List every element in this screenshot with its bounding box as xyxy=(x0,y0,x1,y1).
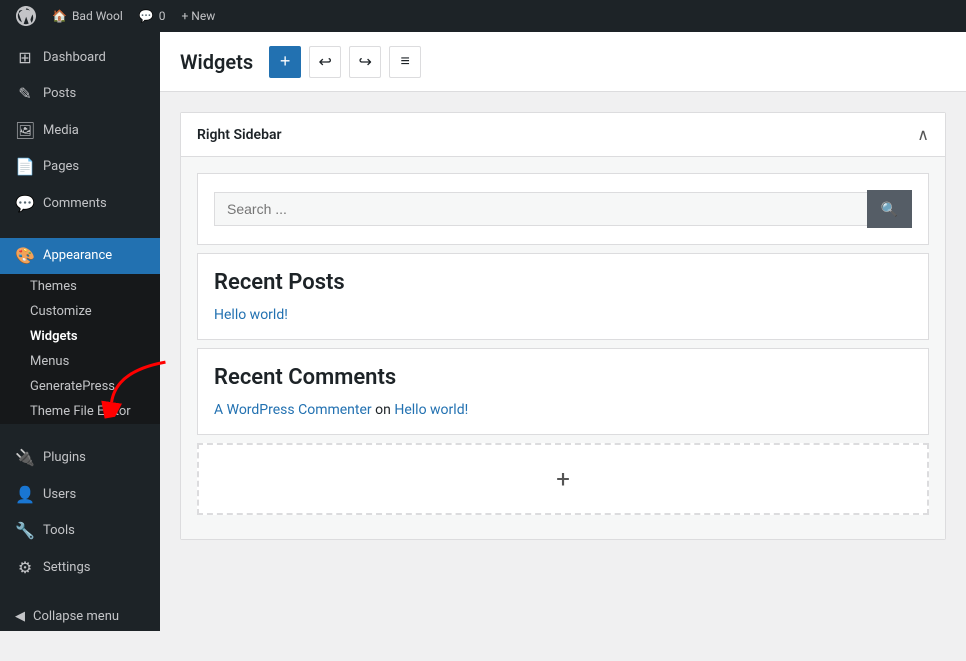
submenu-theme-file-editor[interactable]: Theme File Editor xyxy=(0,399,160,424)
search-input[interactable] xyxy=(214,192,867,226)
sidebar-item-comments[interactable]: 💬 Comments xyxy=(0,186,160,222)
sidebar-item-tools[interactable]: 🔧 Tools xyxy=(0,513,160,549)
widget-area-title: Right Sidebar xyxy=(197,127,282,143)
recent-comments-title: Recent Comments xyxy=(214,365,912,390)
comments-count: 0 xyxy=(159,9,166,23)
sidebar-item-label: Settings xyxy=(43,559,90,577)
undo-icon: ↩ xyxy=(318,52,331,72)
comment-post-link[interactable]: Hello world! xyxy=(394,402,468,418)
posts-icon: ✎ xyxy=(15,83,35,105)
options-button[interactable]: ≡ xyxy=(389,46,421,78)
submenu-themes[interactable]: Themes xyxy=(0,274,160,299)
submenu-customize[interactable]: Customize xyxy=(0,299,160,324)
submenu-menus[interactable]: Menus xyxy=(0,349,160,374)
tools-icon: 🔧 xyxy=(15,520,35,542)
submenu-generatepress[interactable]: GeneratePress xyxy=(0,374,160,399)
redo-button[interactable]: ↪ xyxy=(349,46,381,78)
sidebar-item-dashboard[interactable]: ⊞ Dashboard xyxy=(0,40,160,76)
widget-area-toggle-button[interactable]: ∧ xyxy=(917,125,929,144)
submenu-widgets[interactable]: Widgets xyxy=(0,324,160,349)
settings-icon: ⚙ xyxy=(15,557,35,579)
page-title: Widgets xyxy=(180,50,253,74)
sidebar-item-label: Tools xyxy=(43,522,75,540)
sidebar-item-label: Users xyxy=(43,486,76,504)
sidebar-item-users[interactable]: 👤 Users xyxy=(0,477,160,513)
users-icon: 👤 xyxy=(15,484,35,506)
sidebar-item-label: Appearance xyxy=(43,247,112,265)
widget-area-right-sidebar: Right Sidebar ∧ 🔍 xyxy=(180,112,946,540)
recent-posts-title: Recent Posts xyxy=(214,270,912,295)
sidebar-item-plugins[interactable]: 🔌 Plugins xyxy=(0,440,160,476)
sidebar-item-pages[interactable]: 📄 Pages xyxy=(0,149,160,185)
sidebar: ⊞ Dashboard ✎ Posts 🖼 Media 📄 Pages 💬 xyxy=(0,32,160,631)
site-name-link[interactable]: 🏠 Bad Wool xyxy=(44,0,131,32)
collapse-menu-label: Collapse menu xyxy=(33,609,119,624)
sidebar-item-label: Plugins xyxy=(43,449,86,467)
sidebar-item-label: Pages xyxy=(43,158,79,176)
admin-bar: 🏠 Bad Wool 💬 0 + New xyxy=(0,0,966,32)
plugins-icon: 🔌 xyxy=(15,447,35,469)
recent-posts-widget: Recent Posts Hello world! xyxy=(197,253,929,340)
sidebar-item-media[interactable]: 🖼 Media xyxy=(0,113,160,149)
search-button[interactable]: 🔍 xyxy=(867,190,912,228)
add-block-button[interactable]: + xyxy=(269,46,301,78)
wp-logo-link[interactable] xyxy=(8,0,44,32)
undo-button[interactable]: ↩ xyxy=(309,46,341,78)
add-block-area-button[interactable]: + xyxy=(197,443,929,515)
widgets-header: Widgets + ↩ ↪ ≡ xyxy=(160,32,966,92)
site-name: Bad Wool xyxy=(72,9,123,23)
comment-text: A WordPress Commenter on Hello world! xyxy=(214,402,912,418)
appearance-submenu: Themes Customize Widgets Menus GenerateP… xyxy=(0,274,160,424)
recent-post-link[interactable]: Hello world! xyxy=(214,307,912,323)
appearance-icon: 🎨 xyxy=(15,245,35,267)
sidebar-item-posts[interactable]: ✎ Posts xyxy=(0,76,160,112)
recent-comments-widget: Recent Comments A WordPress Commenter on… xyxy=(197,348,929,435)
widget-area-body: 🔍 Recent Posts Hello world! Recent Comme… xyxy=(181,157,945,539)
add-block-plus-icon: + xyxy=(556,465,570,493)
search-widget-inner: 🔍 xyxy=(214,190,912,228)
comments-sidebar-icon: 💬 xyxy=(15,193,35,215)
pages-icon: 📄 xyxy=(15,156,35,178)
comments-icon: 💬 xyxy=(139,9,154,23)
widgets-content: Right Sidebar ∧ 🔍 xyxy=(160,92,966,580)
sidebar-item-label: Comments xyxy=(43,195,107,213)
sidebar-item-settings[interactable]: ⚙ Settings xyxy=(0,550,160,586)
comments-link[interactable]: 💬 0 xyxy=(131,0,174,32)
search-widget: 🔍 xyxy=(197,173,929,245)
collapse-icon: ◀ xyxy=(15,609,25,624)
options-icon: ≡ xyxy=(400,53,409,71)
sidebar-item-appearance[interactable]: 🎨 Appearance xyxy=(0,238,160,274)
collapse-menu-button[interactable]: ◀ Collapse menu xyxy=(0,602,160,631)
dashboard-icon: ⊞ xyxy=(15,47,35,69)
sidebar-item-label: Dashboard xyxy=(43,49,106,67)
widget-area-header: Right Sidebar ∧ xyxy=(181,113,945,157)
sidebar-item-label: Media xyxy=(43,122,79,140)
home-icon: 🏠 xyxy=(52,9,67,23)
new-content-link[interactable]: + New xyxy=(173,0,223,32)
on-text: on xyxy=(375,402,394,418)
search-icon: 🔍 xyxy=(881,201,898,218)
media-icon: 🖼 xyxy=(15,120,35,142)
sidebar-item-label: Posts xyxy=(43,85,76,103)
new-label: + New xyxy=(181,9,215,23)
comment-author-link[interactable]: A WordPress Commenter xyxy=(214,402,372,418)
content-area: Widgets + ↩ ↪ ≡ Right Sidebar ∧ xyxy=(160,32,966,661)
redo-icon: ↪ xyxy=(358,52,371,72)
